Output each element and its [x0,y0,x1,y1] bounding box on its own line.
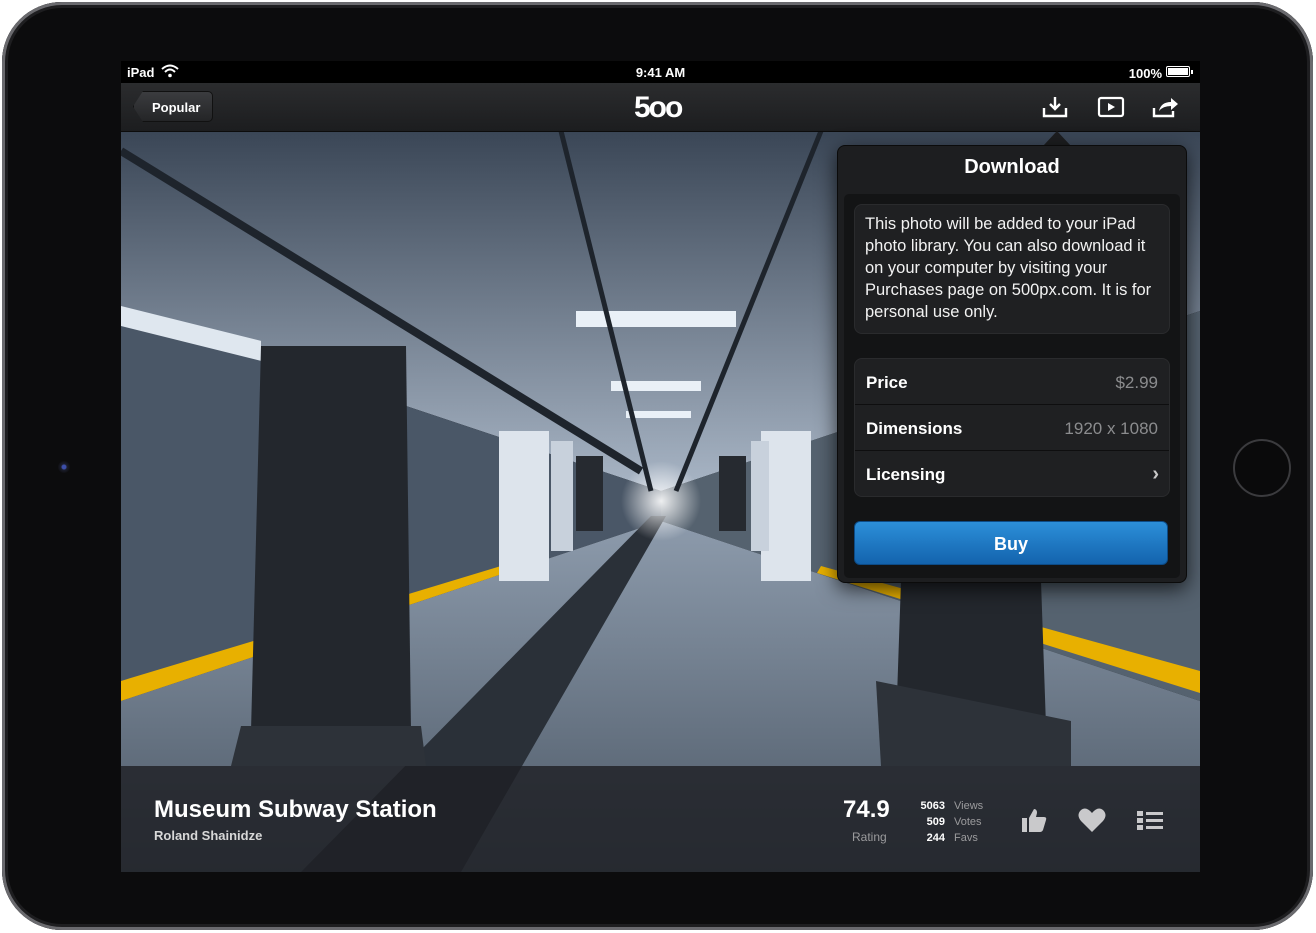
details-list-icon[interactable] [1135,806,1165,834]
price-row: Price $2.99 [855,359,1169,405]
votes-count: 509 [926,816,945,828]
chevron-right-icon: › [1152,463,1159,485]
front-camera [58,461,70,473]
licensing-row[interactable]: Licensing › [855,451,1169,497]
download-description: This photo will be added to your iPad ph… [854,204,1170,334]
licensing-label: Licensing [866,465,946,484]
votes-label: Votes [954,816,982,828]
stat-votes: 509 Votes [911,814,983,830]
photo-info-bar: Museum Subway Station Roland Shainidze 7… [121,766,1200,872]
download-popover: Download This photo will be added to you… [837,145,1187,583]
screen: iPad 9:41 AM 100% Popular 5oo Download T… [121,61,1200,872]
rating-value: 74.9 [843,796,890,823]
views-label: Views [954,800,984,812]
photographer-name[interactable]: Roland Shainidze [154,828,262,843]
back-button[interactable]: Popular [133,91,214,122]
rating-label: Rating [852,830,887,844]
download-icon[interactable] [1041,95,1069,119]
popover-title: Download [964,156,1060,178]
ipad-frame: iPad 9:41 AM 100% Popular 5oo Download T… [2,2,1313,930]
favs-count: 244 [926,832,945,844]
dimensions-label: Dimensions [866,419,963,438]
price-value: $2.99 [1115,373,1158,392]
app-logo: 5oo [634,91,683,124]
buy-button[interactable]: Buy [854,521,1168,565]
like-icon[interactable] [1019,806,1049,834]
stat-favs: 244 Favs [911,830,983,846]
stat-views: 5063 Views [911,798,984,814]
share-icon[interactable] [1151,95,1179,119]
status-bar: iPad 9:41 AM 100% [121,61,1200,83]
battery-percent: 100% [1128,66,1162,81]
dimensions-value: 1920 x 1080 [1064,419,1158,438]
price-label: Price [866,373,908,392]
favs-label: Favs [954,832,978,844]
photo-stats: 5063 Views 509 Votes 244 Favs [911,798,984,846]
popover-arrow [1043,131,1071,146]
slideshow-icon[interactable] [1097,95,1125,119]
home-button[interactable] [1233,439,1291,497]
nav-bar: Popular 5oo [121,83,1200,132]
popover-body: This photo will be added to your iPad ph… [844,194,1180,578]
status-time: 9:41 AM [635,65,686,80]
heart-icon[interactable] [1077,806,1107,834]
battery-icon [1166,66,1193,77]
dimensions-row: Dimensions 1920 x 1080 [855,405,1169,451]
purchase-info-table: Price $2.99 Dimensions 1920 x 1080 Licen… [854,358,1170,497]
photo-title: Museum Subway Station [154,796,437,823]
views-count: 5063 [920,800,945,812]
